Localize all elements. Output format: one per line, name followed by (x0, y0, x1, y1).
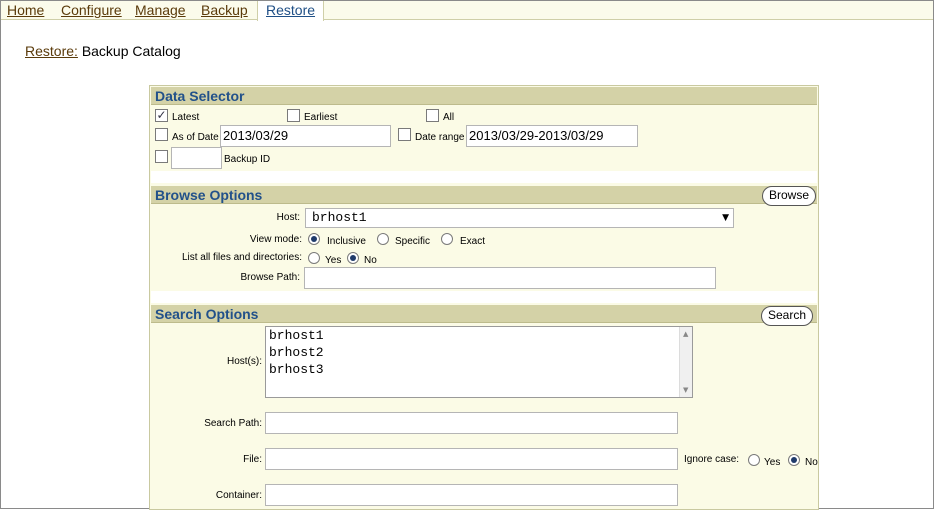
restore-panel: Data Selector ✓ Latest Earliest All As o… (149, 85, 819, 510)
list-item[interactable]: brhost3 (266, 361, 692, 378)
specific-label: Specific (395, 236, 431, 247)
ignore-case-label: Ignore case: (684, 454, 740, 465)
search-options-title: Search Options (155, 306, 259, 322)
chevron-down-icon: ▼ (722, 213, 729, 223)
backup-id-checkbox[interactable] (155, 150, 168, 163)
date-range-label: Date range (415, 132, 465, 143)
section-separator (151, 171, 817, 183)
data-selector-title: Data Selector (155, 88, 245, 104)
search-path-label: Search Path: (204, 418, 262, 429)
browse-button[interactable]: Browse (762, 186, 817, 206)
as-of-date-checkbox[interactable] (155, 128, 168, 141)
browse-path-input[interactable] (304, 267, 716, 289)
tab-backup[interactable]: Backup (201, 1, 248, 20)
data-selector-header: Data Selector (151, 87, 817, 105)
tab-restore[interactable]: Restore (257, 1, 325, 21)
earliest-label: Earliest (304, 112, 338, 123)
host-label: Host: (276, 212, 300, 223)
exact-radio[interactable] (441, 233, 453, 245)
ignore-case-yes-label: Yes (764, 457, 781, 468)
list-all-yes-label: Yes (325, 255, 342, 266)
browse-options-header: Browse Options (151, 186, 817, 204)
exact-label: Exact (460, 236, 486, 247)
inclusive-radio[interactable] (308, 233, 320, 245)
ignore-case-no-radio[interactable] (788, 454, 800, 466)
list-item[interactable]: brhost1 (266, 327, 692, 344)
date-range-checkbox[interactable] (398, 128, 411, 141)
list-all-label: List all files and directories: (181, 252, 302, 263)
backup-id-label: Backup ID (224, 154, 271, 165)
list-all-yes-radio[interactable] (308, 252, 320, 264)
file-input[interactable] (265, 448, 678, 470)
tab-manage[interactable]: Manage (135, 1, 186, 20)
browse-path-label: Browse Path: (240, 272, 300, 283)
ignore-case-yes-radio[interactable] (748, 454, 760, 466)
list-item[interactable]: brhost2 (266, 344, 692, 361)
search-options-header: Search Options (151, 305, 817, 323)
file-label: File: (243, 454, 262, 465)
top-nav: Home Configure Manage Backup Restore (1, 1, 933, 21)
search-path-input[interactable] (265, 412, 678, 434)
host-select[interactable]: brhost1 ▼ (305, 208, 734, 228)
latest-checkbox[interactable]: ✓ (155, 109, 168, 122)
specific-radio[interactable] (377, 233, 389, 245)
scroll-down-icon[interactable]: ▼ (683, 386, 688, 394)
scrollbar[interactable]: ▲ ▼ (679, 327, 692, 397)
breadcrumb: Restore: Backup Catalog (25, 43, 181, 59)
inclusive-label: Inclusive (327, 236, 366, 247)
view-mode-label: View mode: (249, 234, 302, 245)
list-all-no-label: No (364, 255, 377, 266)
earliest-checkbox[interactable] (287, 109, 300, 122)
backup-id-input[interactable] (171, 147, 222, 169)
all-label: All (443, 112, 455, 123)
all-checkbox[interactable] (426, 109, 439, 122)
hosts-listbox[interactable]: brhost1 brhost2 brhost3 ▲ ▼ (265, 326, 693, 398)
as-of-date-input[interactable]: 2013/03/29 (220, 125, 391, 147)
container-label: Container: (215, 490, 262, 501)
container-input[interactable] (265, 484, 678, 506)
section-separator (151, 291, 817, 303)
date-range-input[interactable]: 2013/03/29-2013/03/29 (466, 125, 638, 147)
scroll-up-icon[interactable]: ▲ (683, 330, 688, 338)
list-all-no-radio[interactable] (347, 252, 359, 264)
browse-options-title: Browse Options (155, 187, 263, 203)
latest-label: Latest (172, 112, 200, 123)
breadcrumb-restore-link[interactable]: Restore: (25, 43, 78, 59)
search-button[interactable]: Search (761, 306, 814, 326)
tab-configure[interactable]: Configure (61, 1, 122, 20)
host-select-value: brhost1 (312, 210, 367, 225)
hosts-label: Host(s): (227, 356, 262, 367)
tab-home[interactable]: Home (7, 1, 44, 20)
breadcrumb-current: Backup Catalog (81, 43, 181, 59)
as-of-date-label: As of Date (172, 132, 219, 143)
ignore-case-no-label: No (805, 457, 818, 468)
